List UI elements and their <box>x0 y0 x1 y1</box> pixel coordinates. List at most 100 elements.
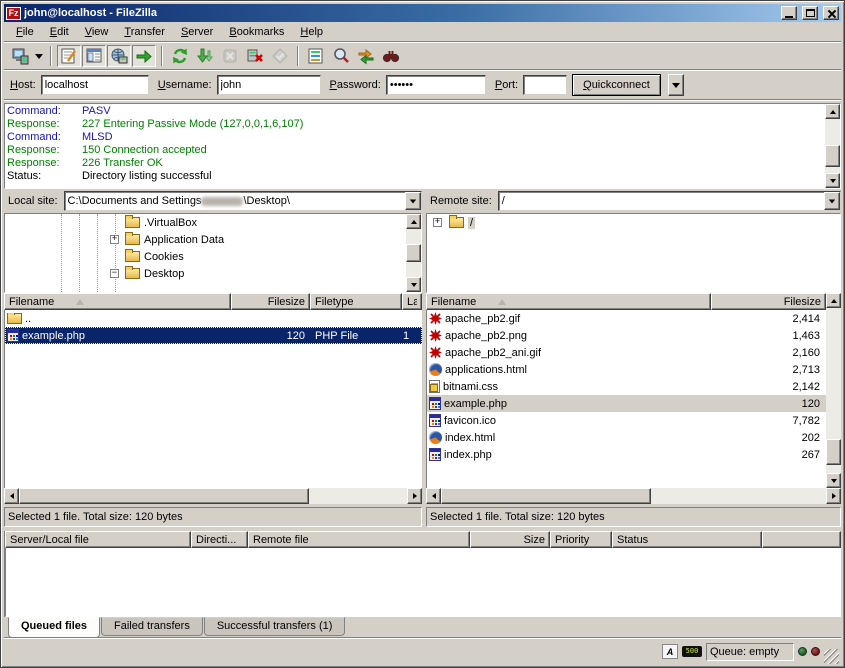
speed-limits-icon[interactable]: 500 <box>682 646 702 657</box>
column-header-direction[interactable]: Directi... <box>191 531 248 548</box>
minimize-button[interactable] <box>781 6 797 20</box>
refresh-button[interactable] <box>168 45 192 67</box>
column-header-priority[interactable]: Priority <box>550 531 612 548</box>
scroll-right-button[interactable] <box>407 488 422 504</box>
site-manager-dropdown[interactable] <box>33 45 45 67</box>
menu-server[interactable]: Server <box>173 24 221 40</box>
menu-view[interactable]: View <box>77 24 117 40</box>
toggle-remote-tree-button[interactable] <box>107 45 131 67</box>
queue-header: Server/Local file Directi... Remote file… <box>5 531 841 548</box>
file-row[interactable]: index.html 202 <box>427 429 826 446</box>
toggle-log-view-button[interactable] <box>57 45 81 67</box>
username-input[interactable] <box>217 75 321 95</box>
tab-failed-transfers[interactable]: Failed transfers <box>101 617 203 636</box>
maximize-button[interactable] <box>802 6 818 20</box>
local-horizontal-scrollbar[interactable] <box>4 488 422 504</box>
scrollbar-thumb[interactable] <box>406 244 421 262</box>
quickconnect-dropdown[interactable] <box>668 74 684 96</box>
scroll-down-button[interactable] <box>406 277 421 292</box>
queue-body[interactable] <box>5 548 841 617</box>
password-input[interactable] <box>386 75 486 95</box>
directory-comparison-button[interactable] <box>329 45 353 67</box>
quickconnect-button[interactable]: Quickconnect <box>572 74 661 96</box>
menu-bookmarks[interactable]: Bookmarks <box>221 24 292 40</box>
scrollbar-thumb[interactable] <box>825 145 840 167</box>
scroll-down-button[interactable] <box>826 473 841 488</box>
filename-filters-button[interactable] <box>304 45 328 67</box>
column-header-remote-file[interactable]: Remote file <box>248 531 470 548</box>
file-row[interactable]: applications.html 2,713 <box>427 361 826 378</box>
column-header-filesize[interactable]: Filesize <box>231 293 310 310</box>
menu-transfer[interactable]: Transfer <box>116 24 173 40</box>
tree-item-virtualbox[interactable]: .VirtualBox <box>5 214 406 231</box>
synchronized-browsing-button[interactable] <box>354 45 378 67</box>
combo-dropdown-button[interactable] <box>824 192 840 210</box>
scrollbar-thumb[interactable] <box>19 488 309 504</box>
column-header-lastmodified[interactable]: Last modified <box>402 293 422 310</box>
column-header-filename[interactable]: Filename <box>4 293 231 310</box>
title-bar[interactable]: Fz john@localhost - FileZilla <box>4 4 841 22</box>
remote-tree-body[interactable]: + / <box>427 214 840 292</box>
tree-item-root[interactable]: + / <box>427 214 840 231</box>
scroll-up-button[interactable] <box>826 293 841 308</box>
tree-item-cookies[interactable]: Cookies <box>5 248 406 265</box>
file-row[interactable]: favicon.ico 7,782 <box>427 412 826 429</box>
tab-successful-transfers[interactable]: Successful transfers (1) <box>204 617 346 636</box>
file-row-selected[interactable]: example.php 120 <box>427 395 826 412</box>
expand-plus-icon[interactable]: + <box>110 235 119 244</box>
transfer-type-icon[interactable]: A <box>662 644 678 659</box>
file-row[interactable]: apache_pb2.gif 2,414 <box>427 310 826 327</box>
scroll-right-button[interactable] <box>826 488 841 504</box>
expand-plus-icon[interactable]: + <box>433 218 442 227</box>
column-header-size[interactable]: Size <box>470 531 550 548</box>
file-row[interactable]: index.php 267 <box>427 446 826 463</box>
file-row-parent-dir[interactable]: .. <box>5 310 422 327</box>
tree-item-application-data[interactable]: + Application Data <box>5 231 406 248</box>
close-button[interactable] <box>823 6 839 20</box>
combo-dropdown-button[interactable] <box>405 192 421 210</box>
tab-queued-files[interactable]: Queued files <box>8 617 100 638</box>
column-header-filetype[interactable]: Filetype <box>310 293 402 310</box>
disconnect-button[interactable] <box>243 45 267 67</box>
scrollbar-thumb[interactable] <box>826 439 841 465</box>
collapse-minus-icon[interactable]: − <box>110 269 119 278</box>
cancel-operation-button[interactable] <box>218 45 242 67</box>
toggle-transfer-queue-button[interactable] <box>132 45 156 67</box>
scroll-down-button[interactable] <box>825 173 840 188</box>
find-files-button[interactable] <box>379 45 403 67</box>
scrollbar-thumb[interactable] <box>441 488 651 504</box>
scroll-left-button[interactable] <box>4 488 19 504</box>
menu-edit[interactable]: Edit <box>42 24 77 40</box>
tree-item-desktop[interactable]: − Desktop <box>5 265 406 282</box>
file-row[interactable]: apache_pb2_ani.gif 2,160 <box>427 344 826 361</box>
resize-grip[interactable] <box>824 649 839 664</box>
menu-file[interactable]: File <box>8 24 42 40</box>
process-queue-button[interactable] <box>193 45 217 67</box>
site-manager-button[interactable] <box>8 45 32 67</box>
menu-help[interactable]: Help <box>292 24 331 40</box>
log-vertical-scrollbar[interactable] <box>825 104 840 188</box>
file-row-example-php[interactable]: example.php 120 PHP File 1 <box>5 327 422 344</box>
file-row[interactable]: bitnami.css 2,142 <box>427 378 826 395</box>
column-header-server-local-file[interactable]: Server/Local file <box>5 531 191 548</box>
scroll-up-button[interactable] <box>825 104 840 119</box>
column-header-filesize[interactable]: Filesize <box>711 293 826 310</box>
remote-file-list[interactable]: apache_pb2.gif 2,414 apache_pb2.png 1,46… <box>426 310 826 488</box>
port-input[interactable] <box>523 75 567 95</box>
column-header-status[interactable]: Status <box>612 531 762 548</box>
remote-vertical-scrollbar[interactable] <box>826 293 841 488</box>
local-site-combobox[interactable]: C:\Documents and Settings\Desktop\ <box>64 191 422 211</box>
scroll-left-button[interactable] <box>426 488 441 504</box>
local-file-list[interactable]: .. example.php 120 PHP File 1 <box>4 310 422 488</box>
message-log: Command:PASV Response:227 Entering Passi… <box>4 103 841 189</box>
file-row[interactable]: apache_pb2.png 1,463 <box>427 327 826 344</box>
local-tree-body[interactable]: .VirtualBox + Application Data Cookies − <box>5 214 406 292</box>
reconnect-button[interactable] <box>268 45 292 67</box>
remote-site-combobox[interactable]: / <box>498 191 841 211</box>
column-header-filename[interactable]: Filename <box>426 293 711 310</box>
host-input[interactable] <box>41 75 149 95</box>
toggle-local-tree-button[interactable] <box>82 45 106 67</box>
scroll-up-button[interactable] <box>406 214 421 229</box>
local-tree-scrollbar[interactable] <box>406 214 421 292</box>
remote-horizontal-scrollbar[interactable] <box>426 488 841 504</box>
